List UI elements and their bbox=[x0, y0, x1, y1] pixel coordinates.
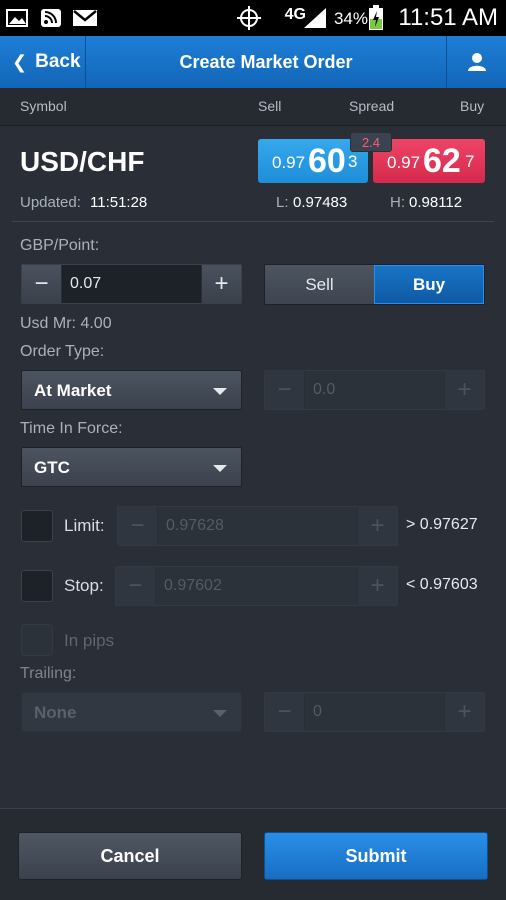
signal-icon bbox=[304, 8, 326, 28]
side-sell-button[interactable]: Sell bbox=[265, 265, 374, 304]
sell-price-tail: 3 bbox=[348, 152, 358, 171]
divider bbox=[12, 221, 494, 222]
trailing-dropdown[interactable]: None bbox=[21, 692, 242, 732]
battery-icon bbox=[369, 5, 383, 30]
spread-badge: 2.4 bbox=[350, 132, 392, 152]
cancel-button[interactable]: Cancel bbox=[18, 832, 242, 880]
back-button[interactable]: ❮ Back bbox=[0, 36, 86, 88]
trailing-input[interactable]: 0 bbox=[313, 703, 322, 721]
order-type-label: Order Type: bbox=[20, 343, 105, 360]
in-pips-label: In pips bbox=[64, 631, 115, 650]
low-value: 0.97483 bbox=[293, 194, 348, 211]
gps-icon bbox=[237, 6, 261, 30]
caret-down-icon bbox=[213, 465, 227, 472]
stop-stepper: − 0.97602 + bbox=[115, 566, 398, 606]
stop-hint: < 0.97603 bbox=[406, 576, 478, 593]
stop-input[interactable]: 0.97602 bbox=[164, 577, 222, 595]
gbp-point-input[interactable]: 0.07 bbox=[70, 275, 101, 293]
clock: 11:51 AM bbox=[398, 4, 498, 31]
user-icon bbox=[467, 53, 486, 71]
order-type-dropdown[interactable]: At Market bbox=[21, 370, 242, 410]
trailing-value: None bbox=[34, 703, 77, 722]
buy-price-prefix: 0.97 bbox=[387, 153, 421, 172]
order-price-decrement-button[interactable]: − bbox=[265, 371, 305, 409]
updated-value: 11:51:28 bbox=[90, 194, 148, 211]
limit-decrement-button[interactable]: − bbox=[118, 507, 158, 545]
low-label: L: bbox=[276, 194, 289, 211]
trailing-decrement-button[interactable]: − bbox=[265, 693, 305, 731]
gmail-icon bbox=[73, 10, 97, 26]
time-in-force-value: GTC bbox=[34, 458, 70, 477]
order-type-value: At Market bbox=[34, 381, 112, 400]
symbol-name: USD/CHF bbox=[20, 146, 145, 177]
limit-hint: > 0.97627 bbox=[406, 516, 478, 533]
limit-checkbox[interactable] bbox=[21, 510, 53, 542]
stop-increment-button[interactable]: + bbox=[357, 567, 397, 605]
order-price-increment-button[interactable]: + bbox=[444, 371, 484, 409]
status-bar: 4G 34% 11:51 AM bbox=[0, 0, 506, 36]
high-value: 0.98112 bbox=[409, 194, 463, 211]
trailing-stepper: − 0 + bbox=[264, 692, 485, 732]
chevron-left-icon: ❮ bbox=[12, 51, 28, 72]
submit-button[interactable]: Submit bbox=[264, 832, 488, 880]
limit-stepper: − 0.97628 + bbox=[117, 506, 398, 546]
gbp-point-decrement-button[interactable]: − bbox=[22, 265, 62, 303]
col-symbol: Symbol bbox=[20, 98, 67, 114]
col-buy: Buy bbox=[460, 98, 485, 114]
col-sell: Sell bbox=[258, 98, 282, 114]
sell-price-big: 60 bbox=[308, 142, 346, 180]
buy-price-big: 62 bbox=[423, 142, 461, 180]
order-price-stepper: − 0.0 + bbox=[264, 370, 485, 410]
buy-price-tail: 7 bbox=[465, 152, 475, 171]
title-bar: ❮ Back Create Market Order bbox=[0, 36, 506, 88]
trailing-increment-button[interactable]: + bbox=[444, 693, 484, 731]
updated-label: Updated: bbox=[20, 194, 81, 211]
caret-down-icon bbox=[213, 388, 227, 395]
side-buy-button[interactable]: Buy bbox=[374, 265, 484, 304]
back-label: Back bbox=[35, 51, 81, 72]
battery-percent: 34% bbox=[333, 9, 368, 28]
gbp-point-label: GBP/Point: bbox=[20, 237, 100, 254]
page-title: Create Market Order bbox=[179, 51, 353, 72]
gallery-icon bbox=[6, 9, 28, 27]
limit-label: Limit: bbox=[64, 516, 105, 535]
sell-price-prefix: 0.97 bbox=[272, 153, 306, 172]
rss-icon bbox=[41, 9, 61, 27]
account-button[interactable] bbox=[446, 36, 506, 88]
in-pips-checkbox[interactable] bbox=[21, 624, 53, 656]
trailing-label: Trailing: bbox=[20, 665, 77, 682]
stop-label: Stop: bbox=[64, 576, 104, 595]
gbp-point-increment-button[interactable]: + bbox=[201, 265, 241, 303]
side-toggle: Sell Buy bbox=[264, 264, 485, 305]
limit-input[interactable]: 0.97628 bbox=[166, 517, 224, 535]
stop-decrement-button[interactable]: − bbox=[116, 567, 156, 605]
time-in-force-dropdown[interactable]: GTC bbox=[21, 447, 242, 487]
margin-text: Usd Mr: 4.00 bbox=[20, 315, 112, 332]
gbp-point-stepper: − 0.07 + bbox=[21, 264, 242, 304]
high-label: H: bbox=[390, 194, 405, 211]
column-headers: Symbol Sell Spread Buy bbox=[0, 88, 506, 126]
col-spread: Spread bbox=[349, 98, 395, 114]
stop-checkbox[interactable] bbox=[21, 570, 53, 602]
limit-increment-button[interactable]: + bbox=[357, 507, 397, 545]
caret-down-icon bbox=[213, 710, 227, 717]
order-price-input[interactable]: 0.0 bbox=[313, 381, 335, 399]
time-in-force-label: Time In Force: bbox=[20, 420, 123, 437]
